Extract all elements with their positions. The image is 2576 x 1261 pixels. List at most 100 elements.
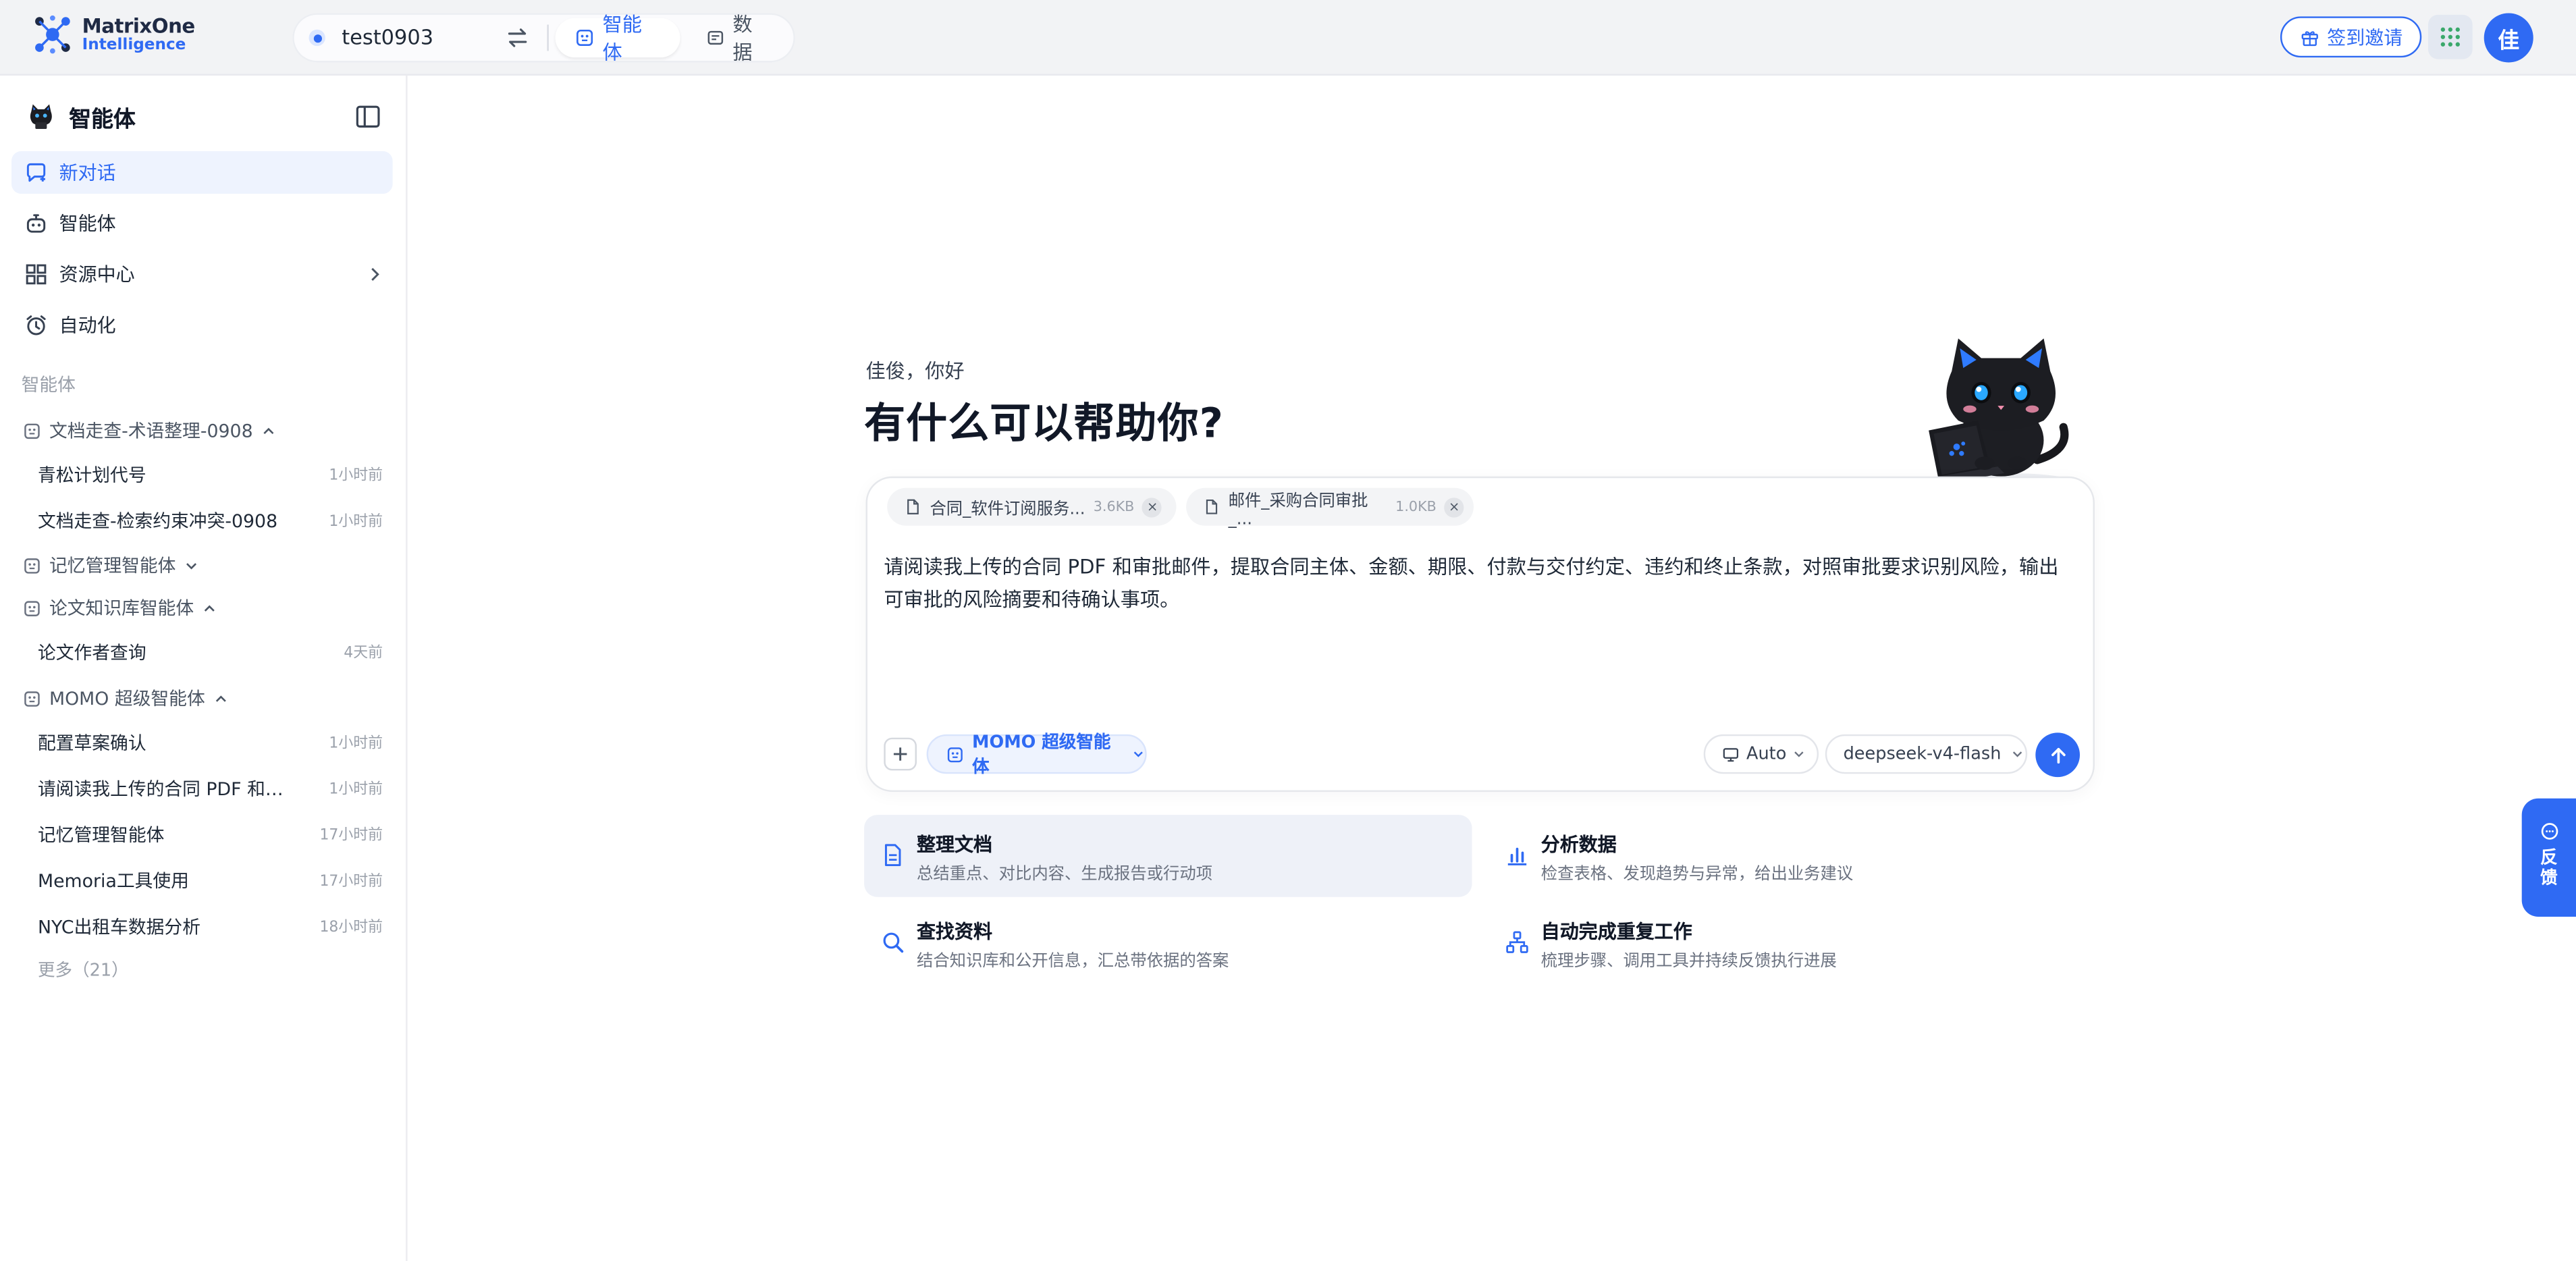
conversation-item[interactable]: NYC出租车数据分析 18小时前: [38, 912, 383, 942]
workspace-status-dot: [308, 29, 325, 47]
chevron-up-icon: [215, 695, 226, 701]
conversation-title: 文档走查-检索约束冲突-0908: [37, 510, 278, 533]
conversation-item[interactable]: 配置草案确认 1小时前: [38, 728, 383, 757]
prompt-input[interactable]: 请阅读我上传的合同 PDF 和审批邮件，提取合同主体、金额、期限、付款与交付约定…: [884, 550, 2073, 616]
attachment-size: 1.0KB: [1395, 498, 1437, 515]
conversation-title: 青松计划代号: [37, 464, 146, 487]
sidebar-header: 智能体: [26, 99, 136, 135]
tab-data[interactable]: 数据: [687, 13, 788, 64]
conversation-title: 配置草案确认: [37, 732, 146, 755]
suggestion-card-search[interactable]: 查找资料 结合知识库和公开信息，汇总带依据的答案: [864, 902, 1472, 984]
greeting-text: 佳俊，你好: [865, 359, 965, 383]
page-headline: 有什么可以帮助你?: [864, 399, 1225, 447]
apps-grid-icon: [2440, 27, 2460, 47]
conversation-time: 1小时前: [329, 514, 383, 531]
top-bar: MatrixOne Intelligence test0903 智能体 数据 签…: [0, 0, 2576, 76]
alarm-clock-icon: [26, 315, 46, 336]
workspace-name[interactable]: test0903: [342, 25, 433, 51]
nav-automation[interactable]: 自动化: [11, 304, 393, 346]
brand-name: MatrixOne: [82, 14, 196, 38]
chevron-down-icon: [1795, 751, 1804, 757]
suggestion-description: 梳理步骤、调用工具并持续反馈执行进展: [1540, 953, 1837, 971]
feedback-button[interactable]: 反馈: [2521, 798, 2576, 917]
nav-agents[interactable]: 智能体: [11, 202, 393, 244]
send-button[interactable]: [2035, 732, 2081, 778]
conversation-time: 1小时前: [329, 736, 383, 753]
monitor-icon: [1723, 747, 1739, 761]
chevron-right-icon: [371, 267, 379, 281]
suggestion-title: 查找资料: [916, 919, 992, 943]
mode-selector-label: Auto: [1746, 744, 1787, 764]
search-icon: [883, 932, 904, 953]
agent-group-name: 论文知识库智能体: [49, 597, 194, 620]
workflow-icon: [1506, 931, 1528, 953]
file-icon: [907, 499, 919, 514]
conversation-title: 请阅读我上传的合同 PDF 和审批邮件，提取合同主体、金额、期限、付款与交付约定…: [37, 778, 298, 801]
arrow-up-icon: [2050, 747, 2065, 763]
agent-icon: [24, 691, 40, 706]
agent-group-header[interactable]: 文档走查-术语整理-0908: [23, 416, 276, 446]
data-icon: [707, 30, 724, 45]
mode-selector[interactable]: Auto: [1703, 734, 1819, 774]
agent-icon: [24, 557, 40, 573]
model-selector[interactable]: deepseek-v4-flash: [1825, 734, 2028, 774]
checkin-invite-button[interactable]: 签到邀请: [2280, 16, 2422, 58]
chat-bubble-icon: [2540, 823, 2558, 840]
nav-new-chat[interactable]: 新对话: [11, 151, 393, 194]
remove-attachment-icon[interactable]: ×: [1445, 497, 1464, 517]
agent-group-header[interactable]: MOMO 超级智能体: [23, 683, 228, 713]
suggestion-title: 整理文档: [916, 832, 992, 856]
conversation-item[interactable]: 论文作者查询 4天前: [38, 637, 383, 667]
conversation-title: 论文作者查询: [37, 642, 146, 664]
attachment-chip[interactable]: 邮件_采购合同审批_... 1.0KB ×: [1186, 487, 1474, 528]
more-conversations-link[interactable]: 更多（21）: [38, 958, 129, 983]
conversation-item[interactable]: 记忆管理智能体 17小时前: [38, 820, 383, 849]
bar-chart-icon: [1507, 847, 1527, 865]
conversation-time: 17小时前: [319, 874, 383, 891]
grid-icon: [26, 264, 47, 285]
conversation-item[interactable]: Memoria工具使用 17小时前: [38, 866, 383, 896]
remove-attachment-icon[interactable]: ×: [1142, 497, 1162, 517]
chat-composer: 合同_软件订阅服务... 3.6KB × 邮件_采购合同审批_... 1.0KB…: [865, 476, 2095, 793]
user-avatar[interactable]: 佳: [2484, 13, 2533, 63]
nav-resource-center[interactable]: 资源中心: [11, 253, 393, 296]
chevron-down-icon: [186, 562, 197, 569]
agent-group-header[interactable]: 论文知识库智能体: [23, 593, 217, 623]
suggestion-description: 总结重点、对比内容、生成报告或行动项: [916, 865, 1213, 884]
divider: [547, 24, 549, 51]
add-attachment-button[interactable]: [884, 737, 917, 771]
attachment-chip[interactable]: 合同_软件订阅服务... 3.6KB ×: [887, 487, 1177, 526]
agent-group-name: 记忆管理智能体: [49, 555, 176, 577]
tab-agents[interactable]: 智能体: [555, 13, 680, 64]
attachment-size: 3.6KB: [1093, 498, 1135, 515]
conversation-time: 4天前: [344, 645, 383, 662]
agent-selector[interactable]: MOMO 超级智能体: [926, 732, 1147, 777]
suggestion-card-organize-docs[interactable]: 整理文档 总结重点、对比内容、生成报告或行动项: [864, 815, 1472, 897]
conversation-time: 1小时前: [329, 468, 383, 485]
agent-icon: [576, 29, 593, 47]
agent-group-name: 文档走查-术语整理-0908: [49, 421, 253, 442]
attachment-name: 合同_软件订阅服务...: [930, 501, 1085, 520]
nav-resource-center-label: 资源中心: [59, 263, 135, 286]
agent-selector-label: MOMO 超级智能体: [972, 732, 1111, 778]
feedback-label: 反馈: [2538, 847, 2558, 889]
brand-logo[interactable]: MatrixOne Intelligence: [33, 13, 195, 59]
new-chat-icon: [26, 163, 46, 182]
chevron-down-icon: [1134, 751, 1144, 757]
conversation-item[interactable]: 请阅读我上传的合同 PDF 和审批邮件，提取合同主体、金额、期限、付款与交付约定…: [38, 774, 383, 803]
robot-icon: [26, 214, 46, 233]
file-icon: [1206, 499, 1218, 514]
agent-group-header[interactable]: 记忆管理智能体: [23, 550, 198, 580]
matrixone-logo-icon: [35, 15, 70, 54]
suggestion-card-automate[interactable]: 自动完成重复工作 梳理步骤、调用工具并持续反馈执行进展: [1488, 902, 2096, 984]
conversation-title: 记忆管理智能体: [37, 824, 165, 847]
switch-arrows-icon[interactable]: [504, 25, 531, 51]
apps-grid-button[interactable]: [2427, 14, 2473, 59]
conversation-item[interactable]: 青松计划代号 1小时前: [38, 460, 383, 489]
conversation-item[interactable]: 文档走查-检索约束冲突-0908 1小时前: [38, 506, 383, 536]
sidebar-collapse-icon[interactable]: [355, 103, 381, 130]
document-icon: [884, 844, 901, 867]
suggestion-card-analyze-data[interactable]: 分析数据 检查表格、发现趋势与异常，给出业务建议: [1488, 815, 2096, 897]
cat-mascot-illustration: [1929, 338, 2069, 487]
app-window: MatrixOne Intelligence test0903 智能体 数据 签…: [0, 0, 2576, 1261]
